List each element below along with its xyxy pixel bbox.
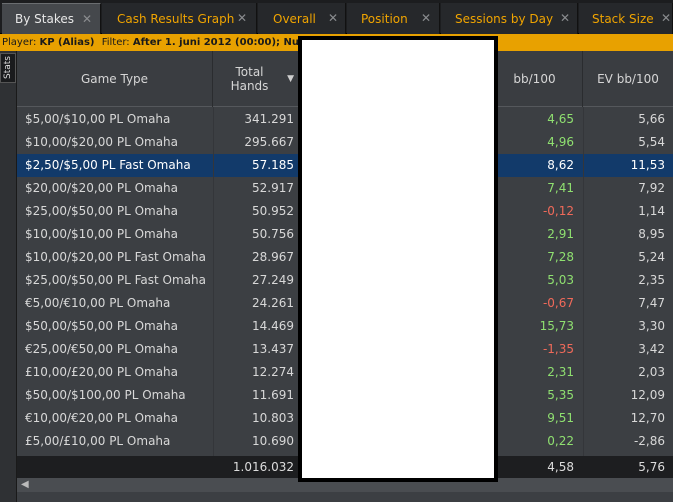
game-type-cell: $10,00/$20,00 PL Omaha <box>25 135 179 149</box>
game-type-cell: $2,50/$5,00 PL Fast Omaha <box>25 158 191 172</box>
player-label: Player: <box>2 37 37 48</box>
tab-label: Overall <box>273 11 316 26</box>
game-type-cell: $25,00/$50,00 PL Omaha <box>25 204 179 218</box>
ev-bb100-cell: 8,95 <box>638 227 665 241</box>
bb100-cell: 5,03 <box>547 273 574 287</box>
game-type-cell: $20,00/$20,00 PL Omaha <box>25 181 179 195</box>
tab-stack-size[interactable]: Stack Size ✕ <box>579 3 673 34</box>
total-hands-cell: 57.185 <box>252 158 294 172</box>
bb100-cell: 4,96 <box>547 135 574 149</box>
ev-bb100-cell: 2,03 <box>638 365 665 379</box>
ev-bb100-cell: 7,47 <box>638 296 665 310</box>
bb100-cell: 7,28 <box>547 250 574 264</box>
game-type-cell: $50,00/$100,00 PL Omaha <box>25 388 186 402</box>
filter-label: Filter: <box>101 37 130 48</box>
close-icon[interactable]: ✕ <box>237 11 247 25</box>
bb100-cell: 7,41 <box>547 181 574 195</box>
tab-position[interactable]: Position ✕ <box>347 3 440 34</box>
column-divider <box>213 107 214 456</box>
ev-bb100-cell: 11,53 <box>630 158 665 172</box>
total-bb100: 4,58 <box>547 460 574 474</box>
column-header-ev-bb100[interactable]: EV bb/100 <box>583 51 673 107</box>
bb100-cell: 4,65 <box>547 112 574 126</box>
scroll-left-icon[interactable]: ◀ <box>21 479 29 490</box>
bb100-cell: -0,67 <box>542 296 574 310</box>
tab-label: Sessions by Day <box>455 11 554 26</box>
bb100-cell: -1,35 <box>542 342 574 356</box>
ev-bb100-cell: 5,24 <box>638 250 665 264</box>
bb100-cell: 2,31 <box>547 365 574 379</box>
game-type-cell: €10,00/€20,00 PL Omaha <box>25 411 179 425</box>
ev-bb100-cell: 7,92 <box>638 181 665 195</box>
side-panel <box>0 51 17 502</box>
ev-bb100-cell: 1,14 <box>638 204 665 218</box>
tab-by-stakes[interactable]: By Stakes ✕ <box>2 3 101 34</box>
total-hands-cell: 12.274 <box>252 365 294 379</box>
game-type-cell: €25,00/€50,00 PL Omaha <box>25 342 179 356</box>
total-hands: 1.016.032 <box>232 460 294 474</box>
total-hands-cell: 13.437 <box>252 342 294 356</box>
tab-label: Position <box>361 11 408 26</box>
column-header-label: Total Hands <box>230 65 269 93</box>
bb100-cell: 0,22 <box>547 434 574 448</box>
ev-bb100-cell: 3,42 <box>638 342 665 356</box>
sort-desc-icon: ▼ <box>287 74 294 84</box>
close-icon[interactable]: ✕ <box>661 11 671 25</box>
game-type-cell: $25,00/$50,00 PL Fast Omaha <box>25 273 206 287</box>
close-icon[interactable]: ✕ <box>421 11 431 25</box>
tab-label: Cash Results Graph <box>117 11 235 26</box>
total-hands-cell: 14.469 <box>252 319 294 333</box>
ev-bb100-cell: 5,66 <box>638 112 665 126</box>
tab-label: By Stakes <box>15 12 74 26</box>
total-hands-cell: 28.967 <box>252 250 294 264</box>
column-header-game-type[interactable]: Game Type <box>17 51 213 107</box>
bb100-cell: 15,73 <box>539 319 574 333</box>
column-divider <box>583 107 584 456</box>
bb100-cell: -0,12 <box>542 204 574 218</box>
ev-bb100-cell: 2,35 <box>638 273 665 287</box>
total-hands-cell: 50.952 <box>252 204 294 218</box>
ev-bb100-cell: 3,30 <box>638 319 665 333</box>
game-type-cell: €5,00/€10,00 PL Omaha <box>25 296 171 310</box>
game-type-cell: $10,00/$20,00 PL Fast Omaha <box>25 250 206 264</box>
bb100-cell: 5,35 <box>547 388 574 402</box>
game-type-cell: £5,00/£10,00 PL Omaha <box>25 434 171 448</box>
column-header-total-hands[interactable]: Total Hands ▼ <box>213 51 301 107</box>
total-hands-cell: 52.917 <box>252 181 294 195</box>
total-hands-cell: 10.803 <box>252 411 294 425</box>
ev-bb100-cell: 12,70 <box>630 411 665 425</box>
redaction-box <box>298 36 498 482</box>
bb100-cell: 8,62 <box>547 158 574 172</box>
column-header-bb100[interactable]: bb/100 <box>487 51 583 107</box>
ev-bb100-cell: -2,86 <box>633 434 665 448</box>
game-type-cell: $5,00/$10,00 PL Omaha <box>25 112 171 126</box>
bb100-cell: 2,91 <box>547 227 574 241</box>
total-hands-cell: 27.249 <box>252 273 294 287</box>
total-hands-cell: 295.667 <box>244 135 294 149</box>
tab-cash-results-graph[interactable]: Cash Results Graph ✕ <box>102 3 257 34</box>
tab-sessions-by-day[interactable]: Sessions by Day ✕ <box>441 3 578 34</box>
stats-side-tab[interactable]: Stats <box>0 53 16 83</box>
total-hands-cell: 11.691 <box>252 388 294 402</box>
close-icon[interactable]: ✕ <box>560 11 570 25</box>
tab-bar: By Stakes ✕ Cash Results Graph ✕ Overall… <box>0 0 673 34</box>
total-hands-cell: 341.291 <box>244 112 294 126</box>
tab-overall[interactable]: Overall ✕ <box>258 3 346 34</box>
close-icon[interactable]: ✕ <box>82 12 92 26</box>
total-hands-cell: 24.261 <box>252 296 294 310</box>
game-type-cell: $50,00/$50,00 PL Omaha <box>25 319 179 333</box>
total-ev-bb100: 5,76 <box>638 460 665 474</box>
ev-bb100-cell: 12,09 <box>630 388 665 402</box>
total-hands-cell: 50.756 <box>252 227 294 241</box>
tab-label: Stack Size <box>592 11 654 26</box>
bb100-cell: 9,51 <box>547 411 574 425</box>
game-type-cell: £10,00/£20,00 PL Omaha <box>25 365 179 379</box>
player-value[interactable]: KP (Alias) <box>40 37 95 48</box>
ev-bb100-cell: 5,54 <box>638 135 665 149</box>
close-icon[interactable]: ✕ <box>328 11 338 25</box>
game-type-cell: $10,00/$10,00 PL Omaha <box>25 227 179 241</box>
total-hands-cell: 10.690 <box>252 434 294 448</box>
